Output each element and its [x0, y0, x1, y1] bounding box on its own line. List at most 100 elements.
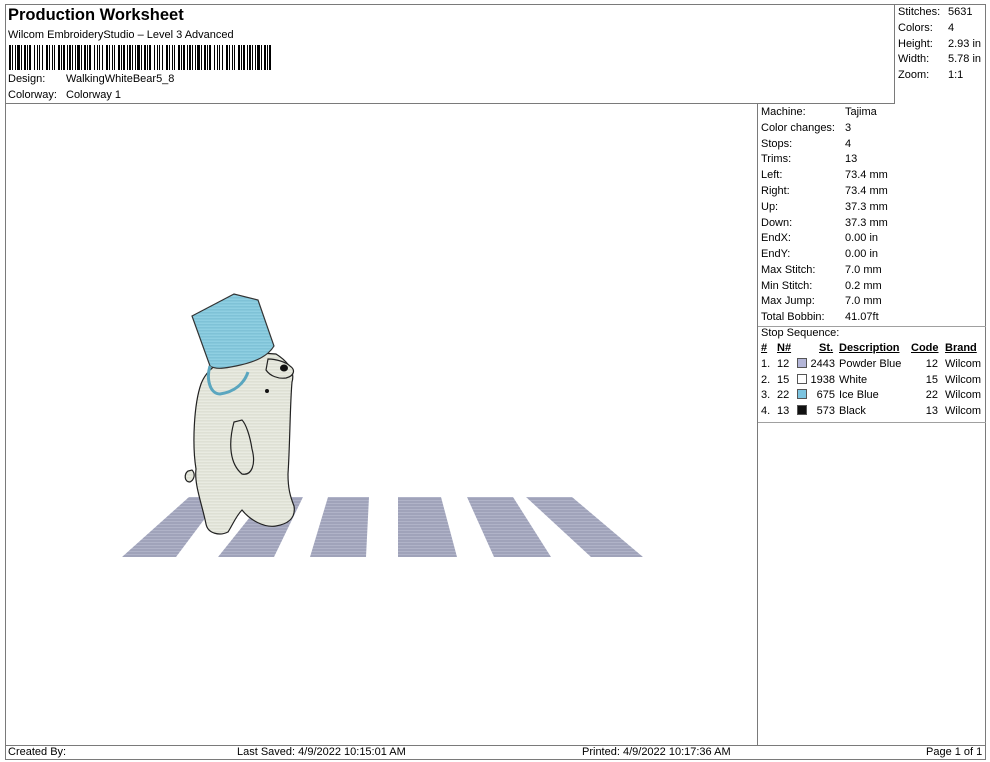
thread-color-swatch [797, 358, 807, 368]
color-changes-row: Color changes: 3 [761, 122, 851, 134]
software-name: Wilcom EmbroideryStudio – Level 3 Advanc… [8, 29, 234, 41]
zoom-value: 1:1 [948, 69, 964, 81]
stop-index: 2. [761, 373, 771, 386]
page-title: Production Worksheet [8, 6, 184, 24]
total-bobbin-row: Total Bobbin: 41.07ft [761, 311, 879, 323]
up-row: Up: 37.3 mm [761, 201, 888, 213]
header-brand: Brand [945, 342, 977, 354]
stop-brand: Wilcom [945, 358, 982, 370]
stops-label: Stops: [761, 138, 793, 150]
stops-value: 4 [845, 138, 852, 150]
endy-label: EndY: [761, 248, 791, 260]
header-description: Description [839, 342, 900, 354]
design-preview [6, 104, 758, 745]
width-row: Width: 5.78 in [898, 53, 981, 65]
max-stitch-value: 7.0 mm [845, 264, 882, 276]
stitches-row: Stitches: 5631 [898, 6, 972, 18]
divider [758, 422, 986, 423]
width-value: 5.78 in [948, 53, 982, 65]
endx-label: EndX: [761, 232, 791, 244]
stop-needle: 15 [777, 373, 790, 386]
trims-value: 13 [845, 153, 858, 165]
stitches-value: 5631 [948, 6, 973, 18]
stop-description: Black [839, 404, 866, 417]
machine-label: Machine: [761, 106, 806, 118]
stop-index: 3. [761, 389, 771, 401]
header-code: Code [911, 342, 939, 354]
printed-date: Printed: 4/9/2022 10:17:36 AM [582, 746, 731, 758]
created-by: Created By: [8, 746, 67, 758]
trims-row: Trims: 13 [761, 153, 857, 165]
stop-row: 3. 22 675 Ice Blue 22 Wilcom [758, 389, 986, 404]
crosswalk-stripe [310, 497, 369, 557]
production-worksheet: Production Worksheet Wilcom EmbroiderySt… [5, 4, 986, 760]
right-value: 73.4 mm [845, 185, 888, 197]
colorway-label: Colorway: [8, 89, 57, 101]
down-row: Down: 37.3 mm [761, 217, 888, 229]
embroidery-preview-image [122, 293, 643, 557]
color-changes-value: 3 [845, 122, 852, 134]
worksheet-header: Production Worksheet Wilcom EmbroiderySt… [6, 5, 895, 104]
right-label: Right: [761, 185, 790, 197]
up-label: Up: [761, 201, 779, 213]
colors-row: Colors: 4 [898, 22, 954, 34]
stop-code: 13 [925, 404, 938, 417]
page-number: Page 1 of 1 [926, 746, 983, 758]
height-value: 2.93 in [948, 38, 982, 50]
max-stitch-row: Max Stitch: 7.0 mm [761, 264, 882, 276]
design-label: Design: [8, 73, 46, 85]
stop-needle: 13 [777, 404, 790, 417]
machine-row: Machine: Tajima [761, 106, 877, 118]
width-label: Width: [898, 53, 930, 65]
stop-needle: 12 [777, 358, 790, 370]
barcode [9, 45, 271, 70]
endy-row: EndY: 0.00 in [761, 248, 878, 260]
stop-row: 1. 12 2443 Powder Blue 12 Wilcom [758, 358, 986, 373]
stop-needle: 22 [777, 389, 790, 401]
stop-brand: Wilcom [945, 404, 982, 417]
stops-row: Stops: 4 [761, 138, 851, 150]
zoom-row: Zoom: 1:1 [898, 69, 963, 81]
machine-info-panel: Machine: Tajima Color changes: 3 Stops: 4 T… [758, 104, 986, 745]
stop-row: 4. 13 573 Black 13 Wilcom [758, 404, 986, 420]
stop-index: 4. [761, 404, 771, 417]
design-summary: Stitches: 5631 Colors: 4 Height: 2.93 in Wi… [895, 5, 985, 104]
header-index: # [761, 342, 768, 354]
design-value: WalkingWhiteBear5_8 [66, 73, 175, 85]
colors-value: 4 [948, 22, 955, 34]
min-stitch-label: Min Stitch: [761, 280, 813, 292]
trims-label: Trims: [761, 153, 792, 165]
header-needle: N# [777, 342, 792, 354]
stop-brand: Wilcom [945, 389, 982, 401]
stop-row: 2. 15 1938 White 15 Wilcom [758, 373, 986, 389]
endx-value: 0.00 in [845, 232, 879, 244]
stop-description: Powder Blue [839, 358, 902, 370]
header-stitches: St. [819, 342, 834, 354]
min-stitch-value: 0.2 mm [845, 280, 882, 292]
thread-color-swatch [797, 404, 807, 415]
stop-code: 12 [925, 358, 938, 370]
up-value: 37.3 mm [845, 201, 888, 213]
max-jump-label: Max Jump: [761, 295, 815, 307]
min-stitch-row: Min Stitch: 0.2 mm [761, 280, 882, 292]
colorway-value: Colorway 1 [66, 89, 122, 101]
total-bobbin-value: 41.07ft [845, 311, 879, 323]
left-value: 73.4 mm [845, 169, 888, 181]
max-stitch-label: Max Stitch: [761, 264, 816, 276]
max-jump-row: Max Jump: 7.0 mm [761, 295, 882, 307]
endx-row: EndX: 0.00 in [761, 232, 878, 244]
crosswalk-stripe [398, 497, 457, 557]
bear-illustration [184, 352, 295, 535]
max-jump-value: 7.0 mm [845, 295, 882, 307]
down-label: Down: [761, 217, 793, 229]
colorway-row: Colorway: Colorway 1 [8, 89, 121, 101]
left-label: Left: [761, 169, 783, 181]
left-row: Left: 73.4 mm [761, 169, 888, 181]
zoom-label: Zoom: [898, 69, 930, 81]
thread-color-swatch [797, 389, 807, 399]
stop-brand: Wilcom [945, 373, 982, 386]
colors-label: Colors: [898, 22, 933, 34]
stop-code: 15 [925, 373, 938, 386]
total-bobbin-label: Total Bobbin: [761, 311, 825, 323]
right-row: Right: 73.4 mm [761, 185, 888, 197]
